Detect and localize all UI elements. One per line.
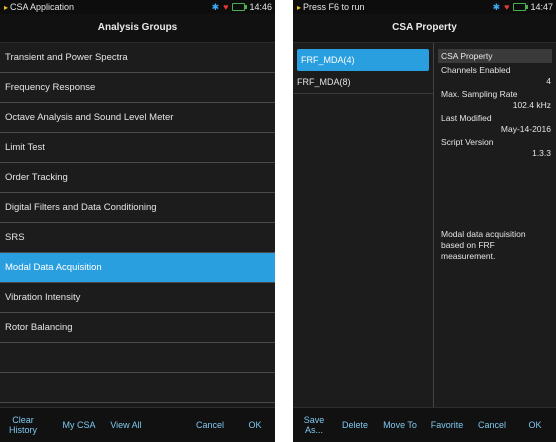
status-time: 14:47 <box>530 2 553 12</box>
ok-button[interactable]: OK <box>519 408 551 442</box>
heart-icon: ♥ <box>504 2 510 12</box>
status-title: Press F6 to run <box>297 0 365 15</box>
property-heading: CSA Property <box>438 49 552 63</box>
analysis-group-item[interactable]: Transient and Power Spectra <box>0 43 275 73</box>
analysis-group-item[interactable]: Octave Analysis and Sound Level Meter <box>0 103 275 133</box>
analysis-group-item[interactable]: Digital Filters and Data Conditioning <box>0 193 275 223</box>
bottom-toolbar: Clear History My CSA View All Cancel OK <box>0 407 275 442</box>
channels-label: Channels Enabled <box>441 65 511 75</box>
analysis-group-item[interactable]: SRS <box>0 223 275 253</box>
my-csa-button[interactable]: My CSA <box>58 408 100 442</box>
last-modified-label: Last Modified <box>441 113 492 123</box>
sampling-rate-value: 102.4 kHz <box>512 100 551 110</box>
battery-icon <box>232 3 248 11</box>
delete-button[interactable]: Delete <box>335 408 375 442</box>
analysis-group-list: Transient and Power Spectra Frequency Res… <box>0 43 275 403</box>
clear-history-button[interactable]: Clear History <box>4 408 42 442</box>
analysis-group-item[interactable]: Frequency Response <box>0 73 275 103</box>
status-bar: CSA Application ✱ ♥ 14:46 <box>0 0 275 14</box>
analysis-group-item[interactable]: Order Tracking <box>0 163 275 193</box>
script-version-label: Script Version <box>441 137 494 147</box>
file-list: FRF_MDA(4) FRF_MDA(8) <box>293 43 434 408</box>
bluetooth-icon: ✱ <box>492 2 501 12</box>
empty-list-row <box>0 373 275 403</box>
analysis-groups-screen: CSA Application ✱ ♥ 14:46 Analysis Group… <box>0 0 275 442</box>
property-panel: CSA Property Channels Enabled 4 Max. Sam… <box>434 43 556 408</box>
analysis-group-item[interactable]: Vibration Intensity <box>0 283 275 313</box>
sampling-rate-label: Max. Sampling Rate <box>441 89 518 99</box>
battery-icon <box>513 3 529 11</box>
last-modified-value: May-14-2016 <box>500 124 551 134</box>
file-item[interactable]: FRF_MDA(8) <box>293 71 433 94</box>
favorite-button[interactable]: Favorite <box>425 408 469 442</box>
channels-value: 4 <box>546 76 551 86</box>
analysis-group-item[interactable]: Limit Test <box>0 133 275 163</box>
heart-icon: ♥ <box>223 2 229 12</box>
bluetooth-icon: ✱ <box>211 2 220 12</box>
page-title: CSA Property <box>293 14 556 43</box>
view-all-button[interactable]: View All <box>104 408 148 442</box>
bottom-toolbar: Save As... Delete Move To Favorite Cance… <box>293 407 556 442</box>
csa-property-screen: Press F6 to run ✱ ♥ 14:47 CSA Property F… <box>293 0 556 442</box>
ok-button[interactable]: OK <box>240 408 270 442</box>
empty-list-row <box>0 343 275 373</box>
analysis-group-item[interactable]: Rotor Balancing <box>0 313 275 343</box>
status-bar: Press F6 to run ✱ ♥ 14:47 <box>293 0 556 14</box>
save-as-button[interactable]: Save As... <box>297 408 331 442</box>
status-title: CSA Application <box>4 0 74 15</box>
cancel-button[interactable]: Cancel <box>190 408 230 442</box>
analysis-group-item[interactable]: Modal Data Acquisition <box>0 253 275 283</box>
script-version-value: 1.3.3 <box>532 148 551 158</box>
cancel-button[interactable]: Cancel <box>473 408 511 442</box>
file-item[interactable]: FRF_MDA(4) <box>297 49 429 71</box>
move-to-button[interactable]: Move To <box>377 408 423 442</box>
status-time: 14:46 <box>249 2 272 12</box>
page-title: Analysis Groups <box>0 14 275 43</box>
script-description: Modal data acquisition based on FRF meas… <box>441 229 526 261</box>
